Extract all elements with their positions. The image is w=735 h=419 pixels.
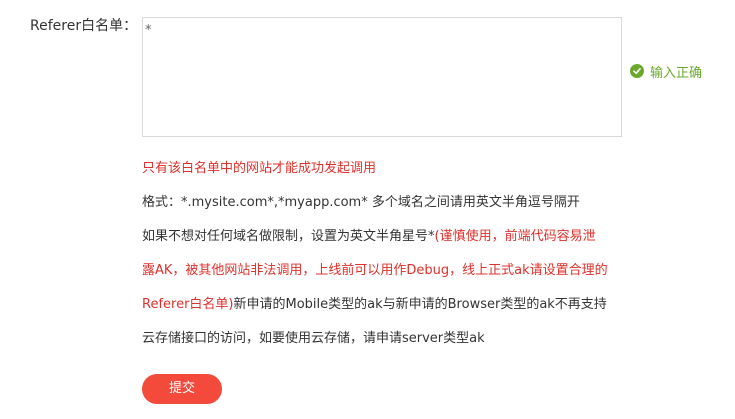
whitelist-notes: 只有该白名单中的网站才能成功发起调用 格式：*.mysite.com*,*mya… xyxy=(142,152,652,356)
validation-message: 输入正确 xyxy=(630,62,703,81)
caution-end-line: Referer白名单)新申请的Mobile类型的ak与新申请的Browser类型… xyxy=(142,288,652,322)
cloud-storage-note: 云存储接口的访问，如要使用云存储，请申请server类型ak xyxy=(142,331,485,346)
only-whitelist-note: 只有该白名单中的网站才能成功发起调用 xyxy=(142,161,377,176)
ak-type-note: 新申请的Mobile类型的ak与新申请的Browser类型的ak不再支持 xyxy=(233,297,607,312)
referer-whitelist-label: Referer白名单： xyxy=(30,18,138,34)
wildcard-note-text: 如果不想对任何域名做限制，设置为英文半角星号* xyxy=(142,229,435,244)
referer-whitelist-input[interactable]: * xyxy=(143,18,621,136)
caution-text-end: Referer白名单) xyxy=(142,297,234,312)
format-note: 格式：*.mysite.com*,*myapp.com* 多个域名之间请用英文半… xyxy=(142,195,580,210)
caution-text-start: (谨慎使用，前端代码容易泄 xyxy=(434,229,596,244)
check-circle-icon xyxy=(630,64,644,78)
wildcard-note-line: 如果不想对任何域名做限制，设置为英文半角星号*(谨慎使用，前端代码容易泄 xyxy=(142,220,652,254)
submit-button[interactable]: 提交 xyxy=(142,374,222,404)
referer-whitelist-textarea-wrapper[interactable]: * xyxy=(142,17,622,137)
validation-text: 输入正确 xyxy=(650,65,703,81)
caution-text-middle: 露AK，被其他网站非法调用，上线前可以用作Debug，线上正式ak请设置合理的 xyxy=(142,263,608,278)
